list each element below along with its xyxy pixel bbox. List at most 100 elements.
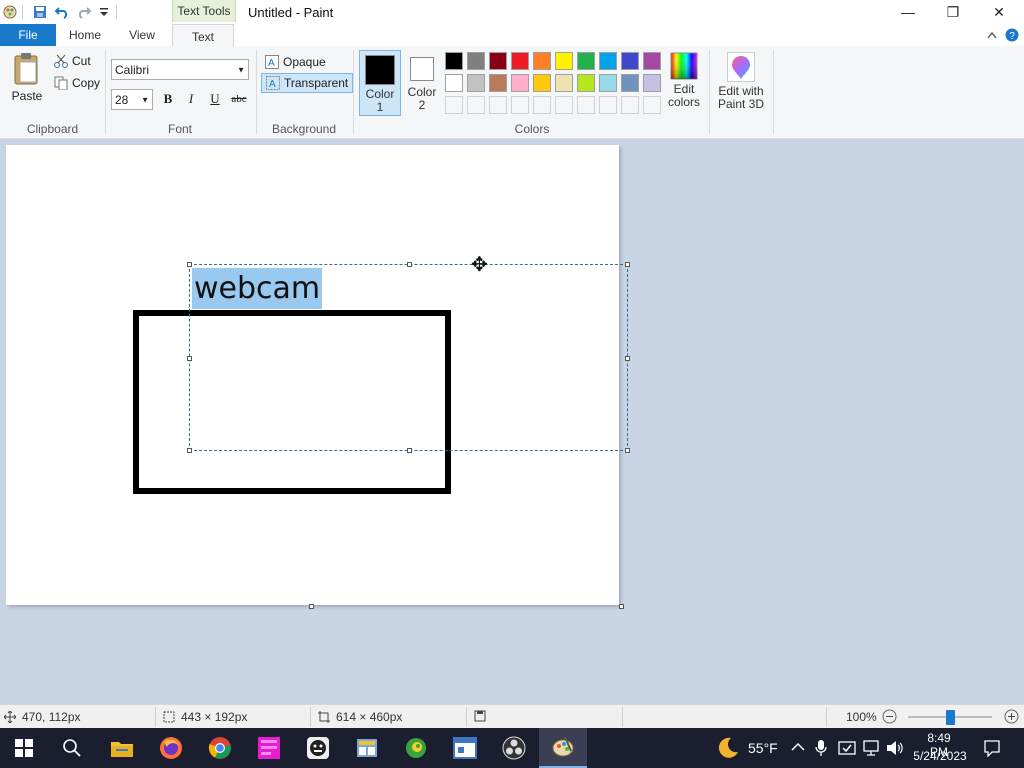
- canvas-resize-handle[interactable]: [619, 604, 624, 609]
- firefox-icon[interactable]: [147, 728, 195, 768]
- palette-swatch[interactable]: [445, 96, 463, 114]
- palette-swatch[interactable]: [445, 52, 463, 70]
- palette-swatch[interactable]: [533, 74, 551, 92]
- italic-button[interactable]: I: [181, 90, 201, 108]
- chrome-icon[interactable]: [196, 728, 244, 768]
- move-cursor-icon: ✥: [471, 254, 488, 276]
- resize-handle[interactable]: [187, 356, 192, 361]
- search-icon[interactable]: [48, 728, 96, 768]
- palette-swatch[interactable]: [643, 74, 661, 92]
- resize-handle[interactable]: [625, 356, 630, 361]
- palette-swatch[interactable]: [555, 96, 573, 114]
- paste-button[interactable]: Paste: [6, 52, 48, 110]
- palette-swatch[interactable]: [599, 96, 617, 114]
- volume-icon[interactable]: [885, 739, 903, 760]
- resize-handle[interactable]: [187, 262, 192, 267]
- palette-swatch[interactable]: [621, 74, 639, 92]
- palette-swatch[interactable]: [643, 52, 661, 70]
- palette-swatch[interactable]: [489, 96, 507, 114]
- app-tool-icon[interactable]: [343, 728, 391, 768]
- help-icon[interactable]: ?: [1004, 27, 1020, 43]
- tab-file[interactable]: File: [0, 24, 56, 46]
- resize-handle[interactable]: [187, 448, 192, 453]
- palette-swatch[interactable]: [599, 52, 617, 70]
- weather-moon-icon[interactable]: [716, 736, 740, 763]
- customize-toolbar-icon[interactable]: [96, 4, 112, 20]
- copy-button[interactable]: Copy: [54, 76, 100, 90]
- text-box[interactable]: webcam: [187, 262, 630, 453]
- palette-swatch[interactable]: [445, 74, 463, 92]
- palette-swatch[interactable]: [621, 96, 639, 114]
- palette-swatch[interactable]: [467, 52, 485, 70]
- collapse-ribbon-icon[interactable]: [984, 27, 1000, 43]
- palette-swatch[interactable]: [533, 52, 551, 70]
- palette-swatch[interactable]: [511, 96, 529, 114]
- tab-home[interactable]: Home: [60, 24, 110, 46]
- resize-handle[interactable]: [407, 448, 412, 453]
- color1-button[interactable]: Color 1: [359, 50, 401, 116]
- app-face-icon[interactable]: [294, 728, 342, 768]
- file-explorer-icon[interactable]: [98, 728, 146, 768]
- paint-app-icon[interactable]: [2, 4, 18, 20]
- bold-button[interactable]: B: [158, 90, 178, 108]
- redo-icon[interactable]: [76, 4, 92, 20]
- resize-handle[interactable]: [625, 448, 630, 453]
- canvas-resize-handle[interactable]: [309, 604, 314, 609]
- palette-swatch[interactable]: [467, 96, 485, 114]
- strikethrough-button[interactable]: abc: [228, 90, 250, 108]
- microphone-icon[interactable]: [815, 739, 827, 760]
- palette-swatch[interactable]: [511, 52, 529, 70]
- selected-text[interactable]: webcam: [192, 268, 323, 309]
- tab-view[interactable]: View: [114, 24, 170, 46]
- color2-swatch: [410, 57, 434, 81]
- security-icon[interactable]: [838, 739, 856, 760]
- zoom-in-button[interactable]: [1004, 709, 1019, 724]
- app-green-icon[interactable]: [392, 728, 440, 768]
- start-icon[interactable]: [0, 728, 48, 768]
- color2-button[interactable]: Color 2: [403, 50, 441, 116]
- app-pink-icon[interactable]: [245, 728, 293, 768]
- weather-temperature[interactable]: 55°F: [748, 740, 778, 756]
- palette-swatch[interactable]: [577, 96, 595, 114]
- edit-colors-button[interactable]: Edit colors: [664, 52, 704, 116]
- save-icon[interactable]: [32, 4, 48, 20]
- obs-icon[interactable]: [490, 728, 538, 768]
- network-icon[interactable]: [862, 739, 880, 760]
- edit-paint3d-button[interactable]: Edit with Paint 3D: [714, 52, 768, 116]
- palette-swatch[interactable]: [467, 74, 485, 92]
- app-window-icon[interactable]: [441, 728, 489, 768]
- palette-swatch[interactable]: [643, 96, 661, 114]
- drawing-canvas[interactable]: webcam ✥: [6, 145, 630, 605]
- cut-button[interactable]: Cut: [54, 54, 91, 68]
- font-family-select[interactable]: Calibri ▼: [111, 59, 249, 80]
- close-button[interactable]: ✕: [976, 0, 1022, 24]
- resize-handle[interactable]: [407, 262, 412, 267]
- tab-text[interactable]: Text: [172, 24, 234, 48]
- palette-swatch[interactable]: [555, 74, 573, 92]
- opaque-button[interactable]: A Opaque: [263, 54, 328, 70]
- palette-swatch[interactable]: [577, 74, 595, 92]
- palette-swatch[interactable]: [511, 74, 529, 92]
- maximize-button[interactable]: ❐: [930, 0, 976, 24]
- transparent-button[interactable]: A Transparent: [261, 73, 354, 93]
- palette-swatch[interactable]: [621, 52, 639, 70]
- resize-handle[interactable]: [625, 262, 630, 267]
- scissors-icon: [54, 54, 68, 68]
- palette-swatch[interactable]: [489, 74, 507, 92]
- paint-taskbar-icon[interactable]: [539, 728, 587, 768]
- palette-swatch[interactable]: [555, 52, 573, 70]
- palette-swatch[interactable]: [533, 96, 551, 114]
- notifications-icon[interactable]: [983, 739, 1001, 760]
- palette-swatch[interactable]: [489, 52, 507, 70]
- minimize-button[interactable]: —: [885, 0, 931, 24]
- palette-swatch[interactable]: [577, 52, 595, 70]
- undo-icon[interactable]: [54, 4, 70, 20]
- underline-button[interactable]: U: [205, 90, 225, 108]
- zoom-slider-thumb[interactable]: [946, 710, 955, 725]
- font-size-select[interactable]: 28 ▼: [111, 89, 153, 110]
- clock-date[interactable]: 5/24/2023: [911, 749, 969, 763]
- palette-swatch[interactable]: [599, 74, 617, 92]
- opaque-icon: A: [265, 55, 279, 69]
- tray-chevron-up-icon[interactable]: [791, 741, 805, 755]
- zoom-out-button[interactable]: [882, 709, 897, 724]
